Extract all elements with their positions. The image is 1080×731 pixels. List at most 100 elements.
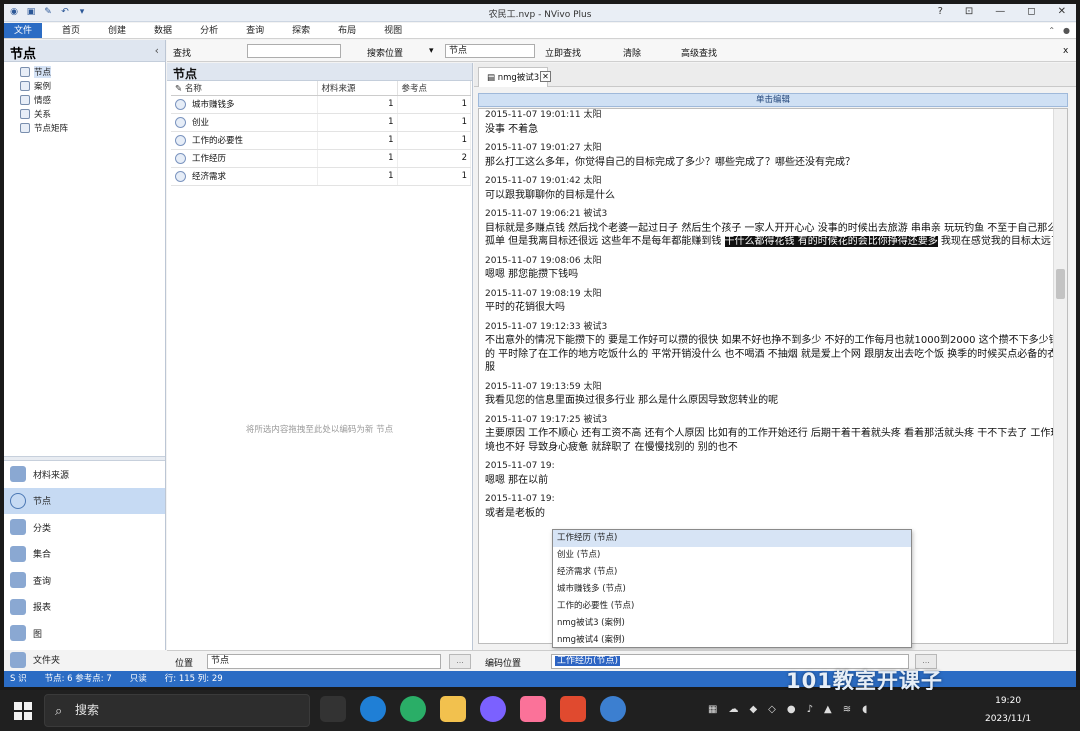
- edge-icon[interactable]: [360, 696, 386, 722]
- tab-nmg-3[interactable]: ▤ nmg被试3: [478, 67, 549, 87]
- table-row[interactable]: 工作经历 1 2: [171, 149, 471, 168]
- tab-query[interactable]: 查询: [232, 23, 278, 38]
- navigation-title: 节点: [10, 47, 37, 62]
- transcript-entry: 2015-11-07 19: 或者是老板的: [485, 494, 555, 519]
- column-header-name[interactable]: ✎ 名称: [171, 81, 318, 96]
- navigation-buttons: 材料来源 节点 分类 集合 查询 报表 图 文件夹: [4, 456, 165, 673]
- window-controls: ? ⊡ — ◻ ✕: [938, 6, 1066, 17]
- tray-mic-icon[interactable]: ♪: [807, 704, 813, 715]
- report-icon: [10, 598, 26, 615]
- scrollbar-thumb[interactable]: [1056, 269, 1065, 299]
- file-explorer-icon[interactable]: [440, 696, 466, 722]
- column-header-references[interactable]: 参考点: [397, 81, 471, 96]
- dropdown-option[interactable]: nmg被试4 (案例): [553, 632, 911, 649]
- document-icon: ▤: [487, 73, 498, 83]
- node-icon: [175, 99, 186, 110]
- dropdown-option[interactable]: 工作经历 (节点): [553, 530, 911, 547]
- search-in-dropdown-arrow[interactable]: ▾: [429, 46, 434, 56]
- dropdown-option[interactable]: 城市赚钱多 (节点): [553, 581, 911, 598]
- click-to-edit-bar[interactable]: 单击编辑: [478, 93, 1068, 107]
- tab-view[interactable]: 视图: [370, 23, 416, 38]
- nav-maps[interactable]: 图: [4, 620, 165, 647]
- tab-file[interactable]: 文件: [4, 23, 43, 38]
- selected-text[interactable]: 干什么都得花钱 有的时候花的会比你挣得还要多: [724, 236, 938, 247]
- collection-icon: [10, 545, 26, 562]
- tree-item-relationships[interactable]: 关系: [4, 107, 165, 121]
- search-in-label: 搜索位置: [367, 49, 404, 59]
- nvivo-icon[interactable]: [600, 696, 626, 722]
- pin-icon: ✎: [175, 83, 185, 94]
- status-position: 行: 115 列: 29: [164, 674, 223, 684]
- nav-folders[interactable]: 文件夹: [4, 647, 165, 674]
- dropdown-option[interactable]: 创业 (节点): [553, 547, 911, 564]
- help-button[interactable]: ?: [938, 6, 943, 17]
- close-find-button[interactable]: x: [1063, 46, 1068, 56]
- maximize-button[interactable]: ◻: [1027, 6, 1035, 17]
- look-for-input[interactable]: [247, 44, 341, 58]
- tab-explore[interactable]: 探索: [278, 23, 324, 38]
- tray-app-icon[interactable]: ◇: [768, 704, 776, 715]
- status-readonly: 只读: [129, 674, 147, 684]
- vertical-scrollbar[interactable]: [1053, 109, 1067, 643]
- taskbar-clock[interactable]: 19:20 2023/11/1: [985, 692, 1031, 728]
- collapse-pane-icon[interactable]: ‹: [155, 44, 159, 57]
- browse-in-button[interactable]: ...: [449, 654, 471, 669]
- dropdown-option[interactable]: nmg被试3 (案例): [553, 615, 911, 632]
- nav-classifications[interactable]: 分类: [4, 514, 165, 541]
- collapse-ribbon-icon[interactable]: ⌃: [1048, 23, 1055, 38]
- close-button[interactable]: ✕: [1058, 6, 1066, 17]
- tray-app-icon[interactable]: ◆: [749, 704, 757, 715]
- table-row[interactable]: 经济需求 1 1: [171, 167, 471, 186]
- nav-sources[interactable]: 材料来源: [4, 461, 165, 488]
- taskbar-search[interactable]: ⌕ 搜索: [44, 694, 310, 727]
- advanced-find-button[interactable]: 高级查找: [681, 46, 717, 59]
- start-button[interactable]: [14, 702, 32, 720]
- nav-collections[interactable]: 集合: [4, 541, 165, 568]
- table-row[interactable]: 创业 1 1: [171, 113, 471, 132]
- in-field[interactable]: 节点: [207, 654, 441, 669]
- table-row[interactable]: 城市赚钱多 1 1: [171, 95, 471, 114]
- table-row[interactable]: 工作的必要性 1 1: [171, 131, 471, 150]
- tray-volume-icon[interactable]: ◖: [862, 704, 867, 715]
- browser-icon[interactable]: [480, 696, 506, 722]
- node-icon: [175, 135, 186, 146]
- tab-data[interactable]: 数据: [140, 23, 186, 38]
- tab-analyze[interactable]: 分析: [186, 23, 232, 38]
- navigation-pane: 节点 ‹ 节点 案例 情感 关系 节点矩阵 材料来源 节点 分类 集合 查询 报…: [4, 40, 166, 668]
- system-tray: ▦ ☁ ◆ ◇ ● ♪ ▲ ≋ ◖: [708, 704, 867, 715]
- node-icon: [175, 117, 186, 128]
- account-icon[interactable]: ●: [1063, 23, 1070, 38]
- tab-layout[interactable]: 布局: [324, 23, 370, 38]
- search-in-field[interactable]: 节点: [445, 44, 535, 58]
- dropdown-option[interactable]: 工作的必要性 (节点): [553, 598, 911, 615]
- wechat-icon[interactable]: [400, 696, 426, 722]
- tray-wifi-icon[interactable]: ≋: [843, 704, 851, 715]
- tab-create[interactable]: 创建: [94, 23, 140, 38]
- task-view-icon[interactable]: [320, 696, 346, 722]
- node-tree: 节点 案例 情感 关系 节点矩阵: [4, 62, 165, 135]
- tray-app-icon[interactable]: ▲: [824, 704, 832, 715]
- status-user: S 识: [10, 674, 27, 684]
- tree-item-cases[interactable]: 案例: [4, 79, 165, 93]
- tray-cloud-icon[interactable]: ☁: [728, 704, 738, 715]
- minimize-button[interactable]: —: [995, 6, 1005, 17]
- nav-reports[interactable]: 报表: [4, 594, 165, 621]
- tree-item-node-matrices[interactable]: 节点矩阵: [4, 121, 165, 135]
- tree-item-nodes[interactable]: 节点: [4, 65, 165, 79]
- clear-button[interactable]: 清除: [623, 46, 641, 59]
- wps-icon[interactable]: [560, 696, 586, 722]
- ribbon-toggle-button[interactable]: ⊡: [965, 6, 973, 17]
- tree-item-sentiment[interactable]: 情感: [4, 93, 165, 107]
- window-title: 农民工.nvp - NVivo Plus: [488, 10, 592, 20]
- tray-grid-icon[interactable]: ▦: [708, 704, 717, 715]
- bilibili-icon[interactable]: [520, 696, 546, 722]
- column-header-sources[interactable]: 材料来源: [317, 81, 398, 96]
- dropdown-option[interactable]: 经济需求 (节点): [553, 564, 911, 581]
- nav-nodes[interactable]: 节点: [4, 487, 165, 514]
- close-tab-button[interactable]: ✕: [540, 71, 551, 82]
- tray-app-icon[interactable]: ●: [787, 704, 796, 715]
- nav-queries[interactable]: 查询: [4, 567, 165, 594]
- transcript-entry: 2015-11-07 19:08:06 太阳 嗯嗯 那您能攒下钱吗: [485, 255, 602, 281]
- tab-home[interactable]: 首页: [48, 23, 94, 38]
- find-now-button[interactable]: 立即查找: [545, 46, 581, 59]
